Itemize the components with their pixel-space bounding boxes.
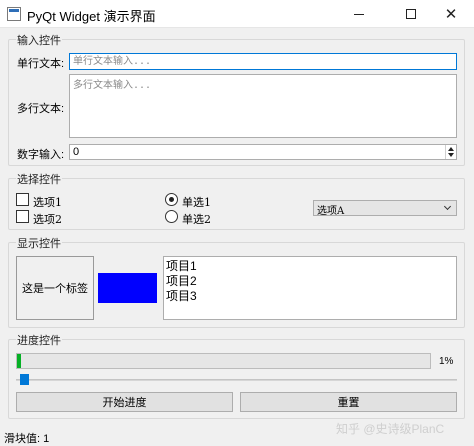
display-label: 这是一个标签	[16, 256, 94, 320]
checkbox-option-2-label[interactable]: 选项2	[33, 211, 62, 227]
progress-bar-fill	[17, 354, 22, 368]
checkbox-option-1[interactable]	[16, 193, 29, 206]
app-icon	[7, 7, 21, 21]
progress-bar	[16, 353, 431, 369]
checkbox-option-1-label[interactable]: 选项1	[33, 194, 62, 210]
display-group-title: 显示控件	[16, 235, 62, 251]
number-spin-box[interactable]: 0	[69, 144, 457, 160]
radio-option-1[interactable]	[165, 193, 178, 206]
list-item[interactable]: 项目2	[166, 274, 454, 289]
checkbox-option-2[interactable]	[16, 210, 29, 223]
input-group-title: 输入控件	[16, 32, 62, 48]
watermark-text: 知乎 @史诗级PlanC	[336, 422, 445, 436]
list-item[interactable]: 项目1	[166, 259, 454, 274]
reset-button[interactable]: 重置	[240, 392, 457, 412]
radio-option-2[interactable]	[165, 210, 178, 223]
minimize-icon	[354, 13, 364, 15]
spin-box-label: 数字输入:	[17, 149, 65, 161]
start-progress-button[interactable]: 开始进度	[16, 392, 233, 412]
window-title: PyQt Widget 演示界面	[27, 9, 156, 24]
radio-option-2-label[interactable]: 单选2	[182, 211, 211, 227]
minimize-button[interactable]	[336, 0, 382, 28]
window-titlebar[interactable]: PyQt Widget 演示界面 ✕	[0, 0, 474, 28]
line-edit-input[interactable]	[69, 53, 457, 70]
maximize-icon	[406, 9, 416, 19]
text-edit-label: 多行文本:	[17, 103, 65, 115]
select-group-title: 选择控件	[16, 171, 62, 187]
progress-percent: 1%	[439, 356, 454, 367]
close-button[interactable]: ✕	[428, 0, 474, 28]
text-edit-input[interactable]	[69, 74, 457, 138]
list-item[interactable]: 项目3	[166, 289, 454, 304]
option-combo-box[interactable]: 选项A	[313, 200, 457, 217]
combo-box-value: 选项A	[317, 206, 345, 217]
spin-down-icon[interactable]	[448, 153, 454, 157]
spin-up-icon[interactable]	[448, 147, 454, 151]
item-list[interactable]: 项目1 项目2 项目3	[163, 256, 457, 320]
slider-handle[interactable]	[20, 374, 29, 385]
progress-group-title: 进度控件	[16, 332, 62, 348]
spin-box-value: 0	[73, 146, 80, 158]
line-edit-label: 单行文本:	[17, 58, 65, 70]
chevron-down-icon[interactable]	[443, 202, 452, 211]
radio-option-1-label[interactable]: 单选1	[182, 194, 211, 210]
close-icon: ✕	[444, 6, 458, 23]
slider-track[interactable]	[16, 379, 457, 381]
spin-arrows[interactable]	[445, 145, 456, 159]
status-bar-text: 滑块值: 1	[4, 433, 50, 445]
blue-color-block	[98, 273, 157, 303]
